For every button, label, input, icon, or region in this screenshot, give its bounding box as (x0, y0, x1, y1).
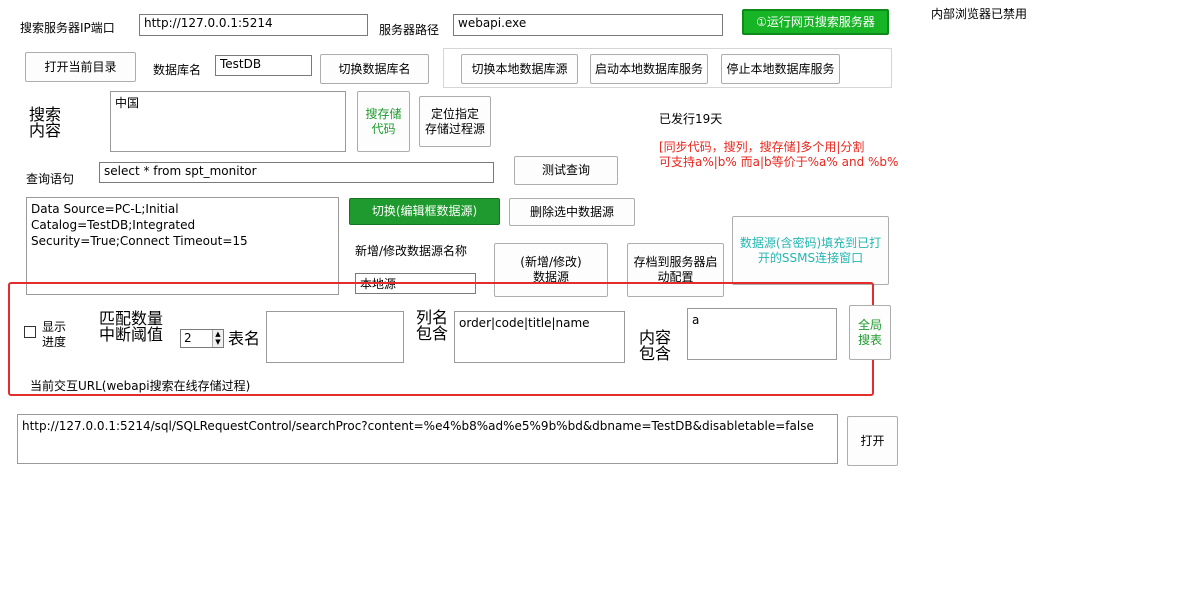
threshold-label-line2: 中断阈值 (99, 325, 164, 344)
hint-line2: 可支持a%|b% 而a|b等价于%a% and %b% (659, 155, 899, 169)
fill-ssms-line1: 数据源(含密码)填充到已打 (739, 235, 882, 250)
connection-string-input[interactable]: Data Source=PC-L;Initial Catalog=TestDB;… (26, 197, 339, 295)
stepper-down-icon[interactable]: ▼ (212, 338, 223, 347)
delete-datasource-button[interactable]: 删除选中数据源 (509, 198, 635, 226)
server-ip-label: 搜索服务器IP端口 (20, 21, 115, 35)
query-label: 查询语句 (26, 172, 75, 186)
global-search-line1: 全局 (857, 317, 882, 332)
content-contains-input[interactable]: a (687, 308, 837, 360)
locate-proc-line2: 存储过程源 (424, 121, 485, 136)
datasource-name-label: 新增/修改数据源名称 (355, 244, 468, 258)
open-current-dir-button[interactable]: 打开当前目录 (25, 52, 136, 82)
server-path-label: 服务器路径 (379, 23, 440, 37)
show-progress-checkbox[interactable] (24, 326, 36, 338)
search-content-input[interactable]: 中国 (110, 91, 346, 152)
stepper-up-icon[interactable]: ▲ (212, 330, 223, 338)
current-url-input[interactable]: http://127.0.0.1:5214/sql/SQLRequestCont… (17, 414, 838, 464)
locate-proc-line1: 定位指定 (430, 106, 479, 121)
server-ip-input[interactable]: http://127.0.0.1:5214 (139, 14, 368, 36)
test-query-button[interactable]: 测试查询 (514, 156, 618, 185)
current-url-label: 当前交互URL(webapi搜索在线存储过程) (30, 379, 251, 393)
global-search-tables-button[interactable]: 全局 搜表 (849, 305, 891, 360)
fill-ssms-connection-button[interactable]: 数据源(含密码)填充到已打 开的SSMS连接窗口 (732, 216, 889, 285)
table-name-label: 表名 (228, 329, 261, 348)
open-url-button[interactable]: 打开 (847, 416, 898, 466)
query-input[interactable]: select * from spt_monitor (99, 162, 494, 183)
content-contains-label-line2: 包含 (639, 344, 672, 363)
start-local-db-button[interactable]: 启动本地数据库服务 (590, 54, 708, 84)
db-name-input[interactable]: TestDB (215, 55, 312, 76)
locate-proc-source-button[interactable]: 定位指定 存储过程源 (419, 96, 491, 147)
search-proc-code-line2: 代码 (371, 121, 396, 136)
search-proc-code-button[interactable]: 搜存储 代码 (357, 91, 410, 152)
column-contains-input[interactable]: order|code|title|name (454, 311, 625, 363)
db-name-label: 数据库名 (153, 63, 202, 77)
column-contains-label-line2: 包含 (416, 324, 449, 343)
search-label-line2: 内容 (29, 121, 62, 140)
released-days-text: 已发行19天 (659, 112, 723, 126)
search-proc-code-line1: 搜存储 (365, 106, 402, 121)
run-web-search-server-button[interactable]: ①运行网页搜索服务器 (742, 9, 889, 35)
threshold-value: 2 (184, 331, 192, 345)
table-name-input[interactable] (266, 311, 404, 363)
archive-line1: 存档到服务器启 (633, 255, 718, 269)
fill-ssms-line2: 开的SSMS连接窗口 (757, 250, 864, 265)
global-search-line2: 搜表 (857, 332, 882, 347)
switch-db-name-button[interactable]: 切换数据库名 (320, 54, 429, 84)
switch-local-db-button[interactable]: 切换本地数据库源 (461, 54, 578, 84)
show-progress-label-line2: 进度 (42, 335, 67, 349)
switch-datasource-button[interactable]: 切换(编辑框数据源) (349, 198, 500, 225)
add-modify-line1: (新增/修改) (520, 255, 582, 269)
server-path-input[interactable]: webapi.exe (453, 14, 723, 36)
browser-status-text: 内部浏览器已禁用 (931, 7, 1028, 21)
stop-local-db-button[interactable]: 停止本地数据库服务 (721, 54, 840, 84)
